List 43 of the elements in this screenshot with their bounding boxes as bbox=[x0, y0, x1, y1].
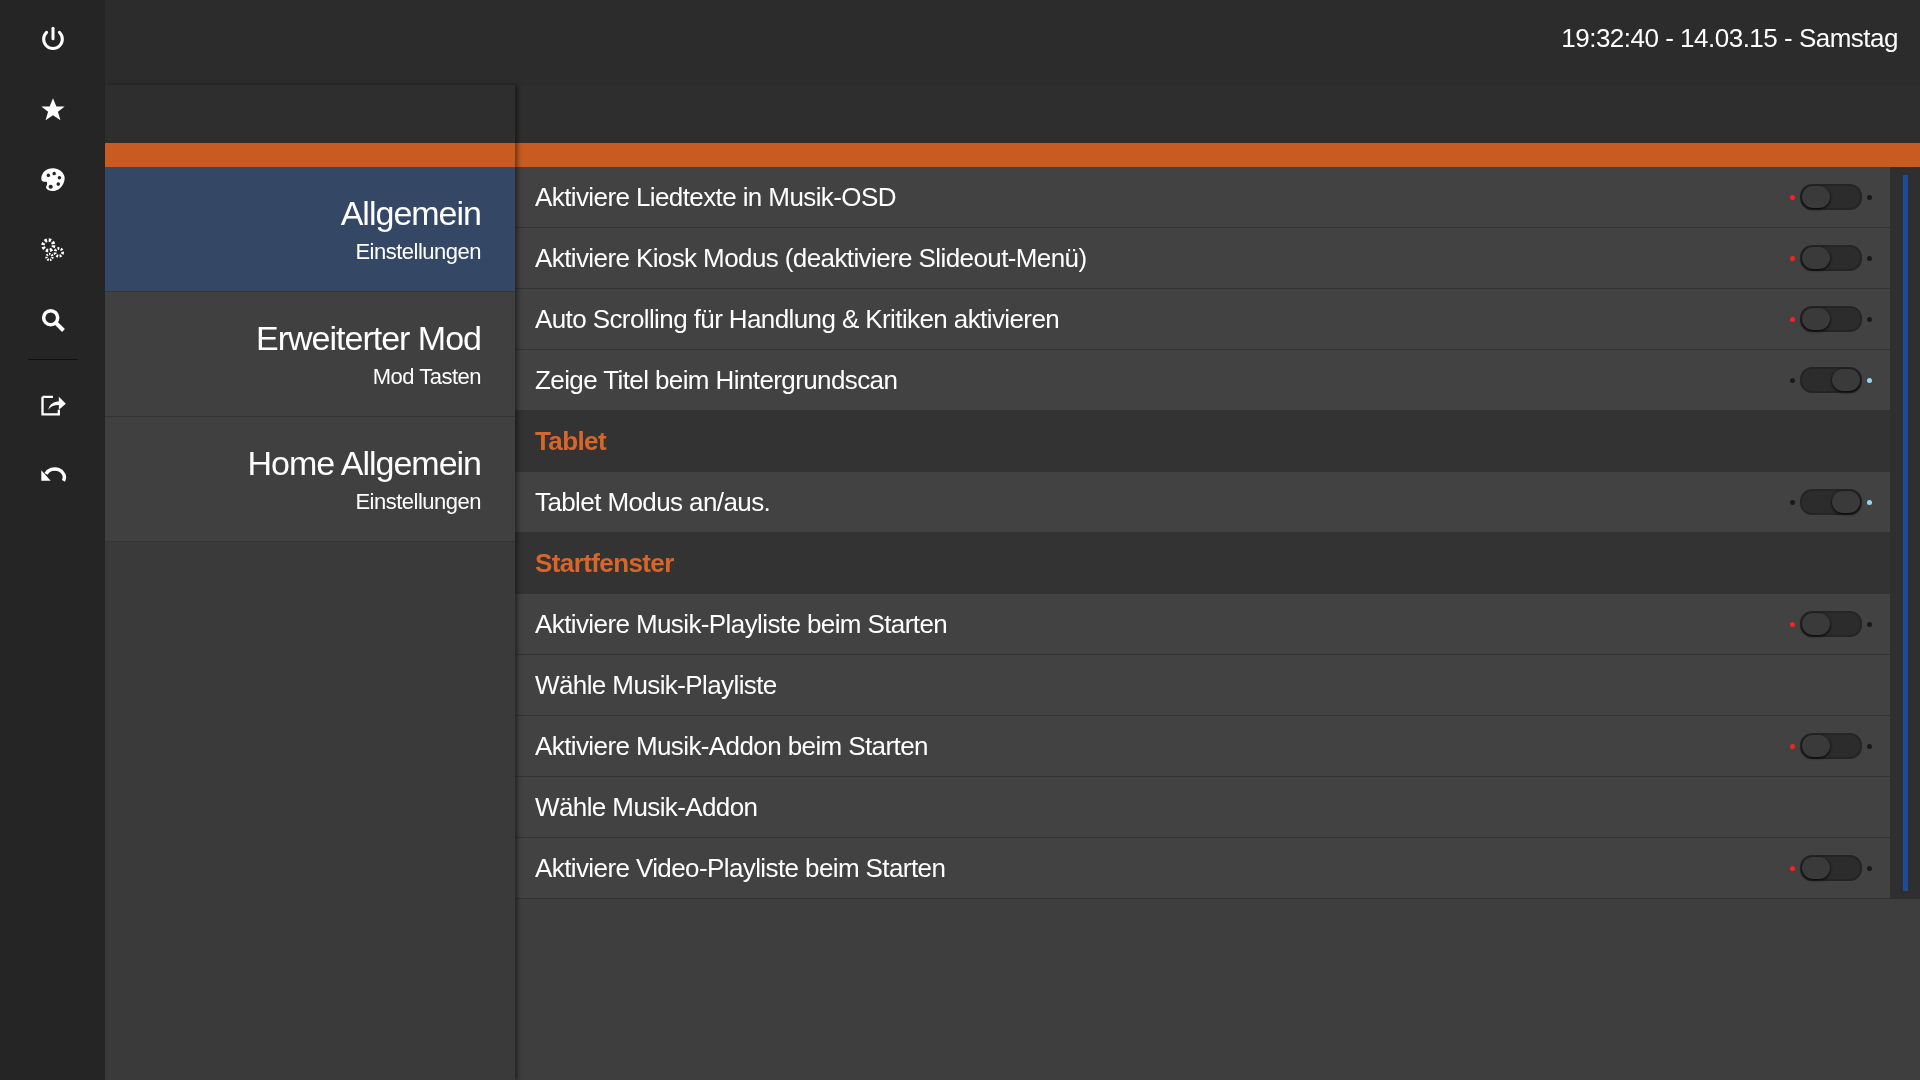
scrollbar[interactable] bbox=[1903, 175, 1908, 891]
gears-icon[interactable] bbox=[38, 236, 67, 264]
category-title: Home Allgemein bbox=[247, 443, 481, 483]
category-item[interactable]: Allgemein Einstellungen bbox=[105, 167, 515, 292]
setting-row[interactable]: Wähle Musik-Addon bbox=[515, 777, 1890, 838]
setting-label: Zeige Titel beim Hintergrundscan bbox=[535, 364, 899, 396]
category-subtitle: Mod Tasten bbox=[372, 363, 481, 390]
setting-label: Aktiviere Liedtexte in Musik-OSD bbox=[535, 181, 897, 213]
toggle-switch[interactable] bbox=[1790, 611, 1872, 637]
clock: 19:32:40 - 14.03.15 - Samstag bbox=[1561, 23, 1898, 54]
toggle-switch[interactable] bbox=[1790, 367, 1872, 393]
category-title: Erweiterter Mod bbox=[256, 318, 481, 358]
setting-row[interactable]: Aktiviere Video-Playliste beim Starten bbox=[515, 838, 1890, 899]
setting-row[interactable]: Aktiviere Kiosk Modus (deaktiviere Slideout-Menü) bbox=[515, 228, 1890, 289]
setting-row[interactable]: Aktiviere Liedtexte in Musik-OSD bbox=[515, 167, 1890, 228]
palette-icon[interactable] bbox=[38, 166, 67, 194]
setting-row[interactable]: Aktiviere Musik-Addon beim Starten bbox=[515, 716, 1890, 777]
setting-label: Wähle Musik-Addon bbox=[535, 791, 759, 823]
setting-row[interactable]: Tablet Modus an/aus. bbox=[515, 472, 1890, 533]
category-subtitle: Einstellungen bbox=[355, 488, 481, 515]
setting-label: Wähle Musik-Playliste bbox=[535, 669, 778, 701]
setting-row[interactable]: Wähle Musik-Playliste bbox=[515, 655, 1890, 716]
setting-label: Aktiviere Video-Playliste beim Starten bbox=[535, 852, 947, 884]
section-title: Tablet bbox=[535, 425, 607, 457]
section-title: Startfenster bbox=[535, 547, 674, 579]
setting-label: Aktiviere Musik-Addon beim Starten bbox=[535, 730, 929, 762]
setting-label: Aktiviere Kiosk Modus (deaktiviere Slideout-Menü) bbox=[535, 242, 1088, 274]
category-subtitle: Einstellungen bbox=[355, 238, 481, 265]
toggle-switch[interactable] bbox=[1790, 184, 1872, 210]
setting-row[interactable]: Auto Scrolling für Handlung & Kritiken aktivieren bbox=[515, 289, 1890, 350]
category-item[interactable]: Erweiterter Mod Mod Tasten bbox=[105, 292, 515, 417]
toggle-switch[interactable] bbox=[1790, 489, 1872, 515]
setting-row[interactable]: Zeige Titel beim Hintergrundscan bbox=[515, 350, 1890, 411]
toggle-switch[interactable] bbox=[1790, 306, 1872, 332]
category-item[interactable]: Home Allgemein Einstellungen bbox=[105, 417, 515, 542]
setting-label: Auto Scrolling für Handlung & Kritiken aktivieren bbox=[535, 303, 1061, 335]
toggle-switch[interactable] bbox=[1790, 855, 1872, 881]
toggle-switch[interactable] bbox=[1790, 245, 1872, 271]
setting-label: Tablet Modus an/aus. bbox=[535, 486, 772, 518]
setting-label: Aktiviere Musik-Playliste beim Starten bbox=[535, 608, 949, 640]
setting-row[interactable]: Aktiviere Musik-Playliste beim Starten bbox=[515, 594, 1890, 655]
category-title: Allgemein bbox=[340, 193, 481, 233]
toggle-switch[interactable] bbox=[1790, 733, 1872, 759]
